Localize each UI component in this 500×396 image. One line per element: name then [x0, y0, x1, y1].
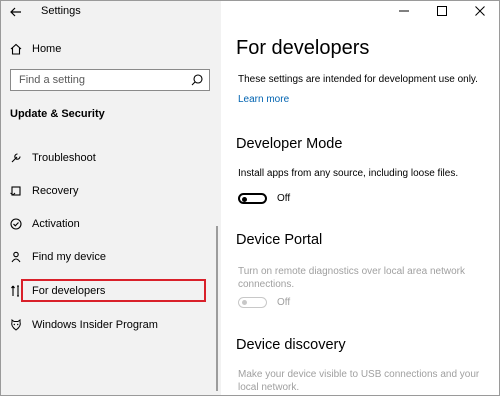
- window-controls: [385, 1, 499, 23]
- sidebar-item-recovery[interactable]: Recovery: [1, 177, 221, 205]
- home-label: Home: [32, 43, 62, 55]
- content-pane: For developers These settings are intend…: [221, 1, 499, 395]
- intro-text: These settings are intended for developm…: [238, 74, 478, 85]
- device-portal-toggle[interactable]: [238, 297, 267, 308]
- toggle-knob: [242, 196, 247, 202]
- sidebar-item-home[interactable]: Home: [1, 35, 221, 63]
- sidebar-item-label: Troubleshoot: [32, 152, 96, 164]
- developer-mode-toggle[interactable]: [238, 193, 267, 204]
- settings-window: Settings Home Update & Security Troubles…: [0, 0, 500, 396]
- selection-highlight-box: [21, 279, 206, 302]
- device-discovery-description: Make your device visible to USB connecti…: [238, 369, 480, 393]
- maximize-button[interactable]: [423, 1, 461, 21]
- developer-mode-description: Install apps from any source, including …: [238, 168, 459, 179]
- developer-mode-heading: Developer Mode: [236, 136, 343, 152]
- sidebar-item-windows-insider-program[interactable]: Windows Insider Program: [1, 311, 221, 339]
- home-icon: [9, 42, 23, 56]
- device-portal-description: Turn on remote diagnostics over local ar…: [238, 266, 465, 290]
- sidebar-item-activation[interactable]: Activation: [1, 210, 221, 238]
- person-pin-icon: [9, 250, 23, 264]
- developer-mode-toggle-state: Off: [277, 193, 291, 204]
- page-title: For developers: [236, 37, 370, 59]
- minimize-icon: [399, 10, 409, 12]
- minimize-button[interactable]: [385, 1, 423, 21]
- maximize-icon: [437, 6, 447, 16]
- device-portal-toggle-state: Off: [277, 297, 291, 308]
- search-box[interactable]: [10, 69, 210, 91]
- learn-more-link[interactable]: Learn more: [238, 94, 289, 105]
- device-portal-heading: Device Portal: [236, 232, 323, 248]
- back-arrow-icon[interactable]: [7, 3, 25, 21]
- sidebar-item-label: Find my device: [32, 251, 106, 263]
- section-heading: Update & Security: [10, 108, 105, 120]
- insider-cat-icon: [9, 318, 23, 332]
- close-icon: [475, 6, 485, 16]
- toggle-knob: [242, 300, 247, 305]
- sidebar-item-label: Activation: [32, 218, 80, 230]
- wrench-icon: [9, 151, 23, 165]
- sidebar: Settings Home Update & Security Troubles…: [1, 1, 221, 395]
- sidebar-item-label: Windows Insider Program: [32, 319, 158, 331]
- sidebar-scrollbar[interactable]: [216, 226, 218, 391]
- title-bar: Settings: [1, 1, 221, 29]
- recovery-icon: [9, 184, 23, 198]
- sidebar-item-find-my-device[interactable]: Find my device: [1, 243, 221, 271]
- close-button[interactable]: [461, 1, 499, 21]
- search-icon[interactable]: [190, 73, 204, 87]
- sidebar-item-label: Recovery: [32, 185, 79, 197]
- app-title: Settings: [41, 5, 81, 17]
- activation-check-icon: [9, 217, 23, 231]
- sidebar-item-troubleshoot[interactable]: Troubleshoot: [1, 144, 221, 172]
- search-input[interactable]: [11, 70, 195, 90]
- device-discovery-heading: Device discovery: [236, 337, 346, 353]
